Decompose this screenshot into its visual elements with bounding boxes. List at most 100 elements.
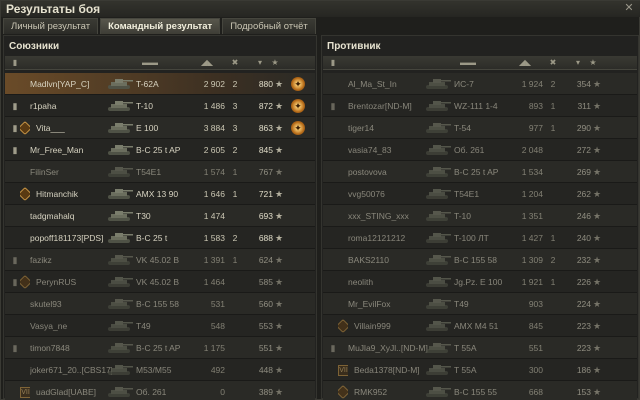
table-row[interactable]: roma12121212 T-100 ЛТ 1 427 1 240 ★ (323, 227, 637, 249)
player-name[interactable]: MuJla9_XyJl..[ND-M] (348, 337, 430, 359)
platoon-icon (338, 73, 348, 95)
table-row[interactable]: BAKS2110 B-C 155 58 1 309 2 232 ★ (323, 249, 637, 271)
tank-name: AMX M4 51 (454, 321, 499, 331)
allies-header-tier-icon[interactable]: ▮ (8, 57, 22, 69)
clan-badge-icon (338, 384, 348, 400)
table-row[interactable]: VII Beda1378[ND-M] T 55A 300 186 ★ (323, 359, 637, 381)
table-row[interactable]: ▮ MuJla9_XyJl..[ND-M] T 55A 551 223 ★ (323, 337, 637, 359)
table-row[interactable]: Hitmanchik AMX 13 90 1 646 1 721 ★ (5, 183, 315, 205)
table-row[interactable]: Villain999 AMX M4 51 845 223 ★ (323, 315, 637, 337)
player-name[interactable]: skutel93 (30, 293, 112, 315)
tank-name: VK 45.02 B (136, 255, 180, 265)
allies-header-rating-icon[interactable]: ★ (260, 57, 290, 69)
tank-name: VK 45.02 B (136, 277, 180, 287)
table-row[interactable]: FilinSer T54E1 1 574 1 767 ★ (5, 161, 315, 183)
enemies-header-tank-icon[interactable]: ▬▬ (448, 57, 488, 69)
close-icon[interactable]: ✕ (622, 2, 636, 15)
medal-icon[interactable]: ✦ (291, 121, 305, 135)
table-row[interactable]: ▮ PerynRUS VK 45.02 B1 464 585 ★ (5, 271, 315, 293)
player-name[interactable]: roma12121212 (348, 227, 430, 249)
table-row[interactable]: ▮ Mr_Free_Man B-C 25 t AP 2 605 2 845 ★ (5, 139, 315, 161)
platoon-icon (338, 381, 348, 400)
table-row[interactable]: Al_Ma_St_In ИС-7 1 924 2 354 ★ (323, 73, 637, 95)
table-row[interactable]: Vasya_ne T49 548 553 ★ (5, 315, 315, 337)
player-name[interactable]: joker671_20..[CBS17] (30, 359, 112, 381)
player-name[interactable]: r1paha (30, 95, 112, 117)
platoon-icon (20, 337, 30, 359)
tab-team-result[interactable]: Командный результат (100, 18, 221, 34)
tank-name: ИС-7 (454, 79, 474, 89)
player-name[interactable]: xxx_STING_xxx (348, 205, 430, 227)
player-name[interactable]: popoff181173[PDS] (30, 227, 112, 249)
table-row[interactable]: ▮ r1paha T-10 1 486 3 872 ★ ✦ (5, 95, 315, 117)
table-row[interactable]: postovova B-C 25 t AP 1 534 269 ★ (323, 161, 637, 183)
allies-header-kills-icon[interactable]: ✖ (225, 57, 245, 69)
enemies-header-kills-icon[interactable]: ✖ (543, 57, 563, 69)
player-name[interactable]: Al_Ma_St_In (348, 73, 430, 95)
star-icon: ★ (274, 299, 284, 309)
table-row[interactable]: RMK952 B-C 155 55 668 153 ★ (323, 381, 637, 400)
enemies-header-tier-icon[interactable]: ▮ (326, 57, 340, 69)
xp-value: 585 (258, 277, 273, 287)
table-row[interactable]: Madlvn[YAP_C] T-62A 2 902 2 880 ★ ✦ (5, 73, 315, 95)
damage-value: 1 391 (203, 255, 225, 265)
table-row[interactable]: ▮ Vita___ E 100 3 884 3 863 ★ ✦ (5, 117, 315, 139)
player-name[interactable]: vvg50076 (348, 183, 430, 205)
player-name[interactable]: timon7848 (30, 337, 112, 359)
allies-header-tank-icon[interactable]: ▬▬ (130, 57, 170, 69)
player-name[interactable]: FilinSer (30, 161, 112, 183)
table-row[interactable]: Mr_EvilFox T49 903 224 ★ (323, 293, 637, 315)
table-row[interactable]: xxx_STING_xxx T-10 1 351 246 ★ (323, 205, 637, 227)
table-row[interactable]: tiger14 T-54 977 1 290 ★ (323, 117, 637, 139)
kills-value (543, 359, 563, 381)
star-icon: ★ (592, 299, 602, 309)
damage-value: 2 048 (521, 145, 543, 155)
medal-icon[interactable]: ✦ (291, 99, 305, 113)
kills-value: 1 (550, 123, 556, 133)
table-row[interactable]: VII uadGlad[UABE] Об. 261 0 389 ★ (5, 381, 315, 400)
table-row[interactable]: joker671_20..[CBS17] M53/M55 492 448 ★ (5, 359, 315, 381)
player-name[interactable]: tadgmahalq (30, 205, 112, 227)
kills-value (543, 205, 563, 227)
allies-header-damage-icon[interactable]: ◢◣ (189, 57, 225, 69)
tank-icon (423, 249, 453, 271)
enemies-header-rating-icon[interactable]: ★ (578, 57, 608, 69)
table-row[interactable]: ▮ timon7848 B-C 25 t AP 1 175 551 ★ (5, 337, 315, 359)
platoon-icon (20, 117, 30, 139)
enemies-header-damage-icon[interactable]: ◢◣ (507, 57, 543, 69)
table-row[interactable]: vasia74_83 Об. 261 2 048 272 ★ (323, 139, 637, 161)
player-name[interactable]: Brentozar[ND-M] (348, 95, 430, 117)
medal-icon[interactable]: ✦ (291, 77, 305, 91)
player-name[interactable]: neolith (348, 271, 430, 293)
table-row[interactable]: tadgmahalq T30 1 474 693 ★ (5, 205, 315, 227)
player-name[interactable]: Mr_EvilFox (348, 293, 430, 315)
table-row[interactable]: popoff181173[PDS] B-C 25 t 1 583 2 688 ★ (5, 227, 315, 249)
tab-personal-result[interactable]: Личный результат (3, 18, 99, 34)
player-name[interactable]: fazikz (30, 249, 112, 271)
player-name[interactable]: Madlvn[YAP_C] (30, 73, 112, 95)
player-name[interactable]: postovova (348, 161, 430, 183)
tank-name: M53/M55 (136, 365, 172, 375)
player-name[interactable]: Vasya_ne (30, 315, 112, 337)
tank-icon (105, 161, 135, 183)
xp-value: 880 (258, 79, 273, 89)
player-name[interactable]: tiger14 (348, 117, 430, 139)
player-name[interactable]: BAKS2110 (348, 249, 430, 271)
kills-value: 3 (232, 101, 238, 111)
kills-value (543, 139, 563, 161)
table-row[interactable]: skutel93 B-C 155 58 531 560 ★ (5, 293, 315, 315)
xp-value: 272 (576, 145, 591, 155)
table-row[interactable]: neolith Jg.Pz. E 100 1 921 1 226 ★ (323, 271, 637, 293)
tab-detailed-report[interactable]: Подробный отчёт (222, 18, 316, 34)
clan-badge-icon (20, 274, 30, 290)
table-row[interactable]: ▮ Brentozar[ND-M] WZ-111 1-4 893 1 311 ★ (323, 95, 637, 117)
player-name[interactable]: vasia74_83 (348, 139, 430, 161)
tank-icon (423, 205, 453, 227)
damage-value: 1 921 (521, 277, 543, 287)
tank-icon (105, 73, 135, 95)
player-name[interactable]: Mr_Free_Man (30, 139, 112, 161)
tank-name: WZ-111 1-4 (454, 101, 498, 111)
table-row[interactable]: ▮ fazikz VK 45.02 B1 391 1 624 ★ (5, 249, 315, 271)
table-row[interactable]: vvg50076 T54E1 1 204 262 ★ (323, 183, 637, 205)
tank-icon (105, 359, 135, 381)
